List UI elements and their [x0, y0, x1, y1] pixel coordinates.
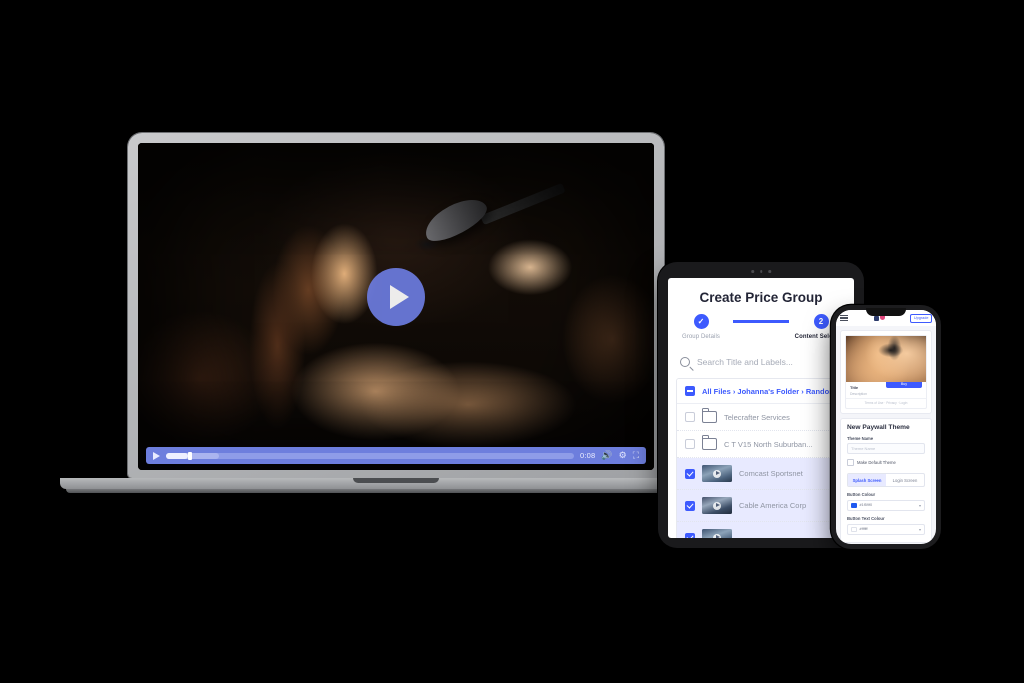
tab-splash-screen[interactable]: Splash Screen: [848, 474, 886, 486]
played-progress: [166, 452, 189, 459]
laptop-foot-shadow: [66, 489, 726, 493]
button-text-colour-select[interactable]: #ffffff ▾: [847, 523, 925, 535]
video-controls-bar[interactable]: 0:08 🔊 ⚙ ⛶: [146, 447, 646, 464]
video-player[interactable]: 0:08 🔊 ⚙ ⛶: [138, 143, 654, 470]
phone-device: Upgrade Buy Title Description Terms of U…: [831, 305, 941, 549]
tablet-screen: Create Price Group ✓ Group Details 2 Con…: [668, 278, 854, 538]
table-row[interactable]: C T V15 North Suburban...: [677, 431, 845, 458]
table-row-partial[interactable]: [677, 522, 845, 538]
button-colour-select[interactable]: #1f59f0 ▾: [847, 499, 925, 511]
paywall-theme-form: New Paywall Theme Theme Name Theme Name …: [840, 417, 932, 543]
screen-tabs: Splash Screen Login Screen: [847, 473, 925, 487]
row-label: Comcast Sportsnet: [739, 469, 803, 478]
phone-screen: Upgrade Buy Title Description Terms of U…: [836, 310, 936, 544]
seek-bar[interactable]: [166, 451, 574, 460]
preview-frame: Buy Title Description Terms of Use · Pri…: [845, 335, 927, 409]
search-placeholder: Search Title and Labels...: [697, 357, 793, 367]
folder-icon: [701, 408, 717, 423]
step-2-marker: 2: [813, 314, 829, 329]
checkbox-label: Make Default Theme: [857, 460, 896, 465]
app-logo: [851, 315, 907, 321]
button-text-colour-label: Button Text Colour: [847, 516, 885, 521]
seek-handle[interactable]: [188, 451, 193, 460]
laptop-screen: 0:08 🔊 ⚙ ⛶: [138, 143, 654, 470]
paywall-preview-card: Buy Title Description Terms of Use · Pri…: [840, 330, 932, 414]
tablet-camera-dots: [751, 270, 771, 273]
step-1-label: Group Details: [682, 334, 720, 340]
search-input[interactable]: Search Title and Labels...: [668, 351, 854, 373]
laptop-base-notch: [353, 478, 439, 483]
row-label: C T V15 North Suburban...: [724, 439, 813, 449]
theme-name-label: Theme Name: [847, 435, 874, 441]
phone-notch: [866, 308, 906, 316]
row-label: Cable America Corp: [739, 501, 807, 510]
row-checkbox[interactable]: [685, 500, 695, 511]
colour-swatch: [851, 526, 857, 532]
fullscreen-icon[interactable]: ⛶: [633, 451, 639, 460]
preview-meta: Buy Title Description: [846, 379, 926, 398]
chevron-down-icon[interactable]: ▾: [919, 503, 921, 508]
preview-description: Description: [850, 391, 867, 396]
step-connector-line: [733, 320, 789, 323]
play-icon: [389, 284, 409, 309]
scene-root: 0:08 🔊 ⚙ ⛶ Create Price Group ✓ Group De…: [0, 0, 1024, 683]
colour-value: #1f59f0: [859, 503, 873, 508]
theme-name-input[interactable]: Theme Name: [847, 443, 925, 454]
step-indicator: ✓ Group Details 2 Content Selection: [668, 314, 854, 340]
table-row[interactable]: Cable America Corp: [677, 490, 845, 522]
table-row[interactable]: Comcast Sportsnet: [677, 458, 845, 490]
checkbox-box: [847, 459, 854, 466]
table-row[interactable]: Telecrafter Services: [677, 404, 845, 431]
tab-login-screen[interactable]: Login Screen: [886, 474, 924, 486]
step-1-marker: ✓: [693, 314, 709, 329]
play-icon[interactable]: [153, 451, 160, 460]
colour-swatch: [851, 502, 857, 508]
preview-footer-links[interactable]: Terms of Use · Privacy · Login: [846, 397, 926, 408]
breadcrumb-label: All Files › Johanna's Folder › Random: [702, 386, 836, 396]
row-checkbox[interactable]: [685, 412, 695, 422]
step-group-details[interactable]: ✓ Group Details: [669, 314, 733, 340]
make-default-theme-checkbox[interactable]: Make Default Theme: [847, 459, 925, 466]
settings-gear-icon[interactable]: ⚙: [619, 451, 627, 460]
select-all-checkbox[interactable]: [685, 386, 695, 396]
volume-icon[interactable]: 🔊: [601, 451, 612, 460]
folder-icon: [701, 435, 717, 450]
video-thumbnail: [702, 497, 732, 514]
video-thumbnail: [702, 465, 732, 482]
content-list: All Files › Johanna's Folder › Random Te…: [676, 378, 846, 538]
chevron-down-icon[interactable]: ▾: [919, 527, 921, 532]
button-colour-label: Button Colour: [847, 492, 876, 497]
current-time-label: 0:08: [579, 451, 596, 460]
form-heading: New Paywall Theme: [847, 423, 910, 431]
row-checkbox[interactable]: [685, 532, 695, 538]
preview-poster-image: [846, 336, 926, 382]
upgrade-button[interactable]: Upgrade: [910, 313, 932, 323]
breadcrumb[interactable]: All Files › Johanna's Folder › Random: [677, 379, 845, 404]
page-title: Create Price Group: [699, 290, 823, 305]
laptop-device: 0:08 🔊 ⚙ ⛶: [60, 133, 732, 493]
preview-image: [846, 336, 926, 382]
play-overlay-button[interactable]: [367, 267, 425, 326]
colour-value: #ffffff: [859, 527, 868, 532]
search-icon: [680, 357, 690, 367]
row-label: Telecrafter Services: [724, 412, 790, 422]
row-checkbox[interactable]: [685, 439, 695, 449]
row-checkbox[interactable]: [685, 468, 695, 479]
video-thumbnail: [702, 529, 732, 538]
hamburger-menu-icon[interactable]: [840, 313, 848, 323]
